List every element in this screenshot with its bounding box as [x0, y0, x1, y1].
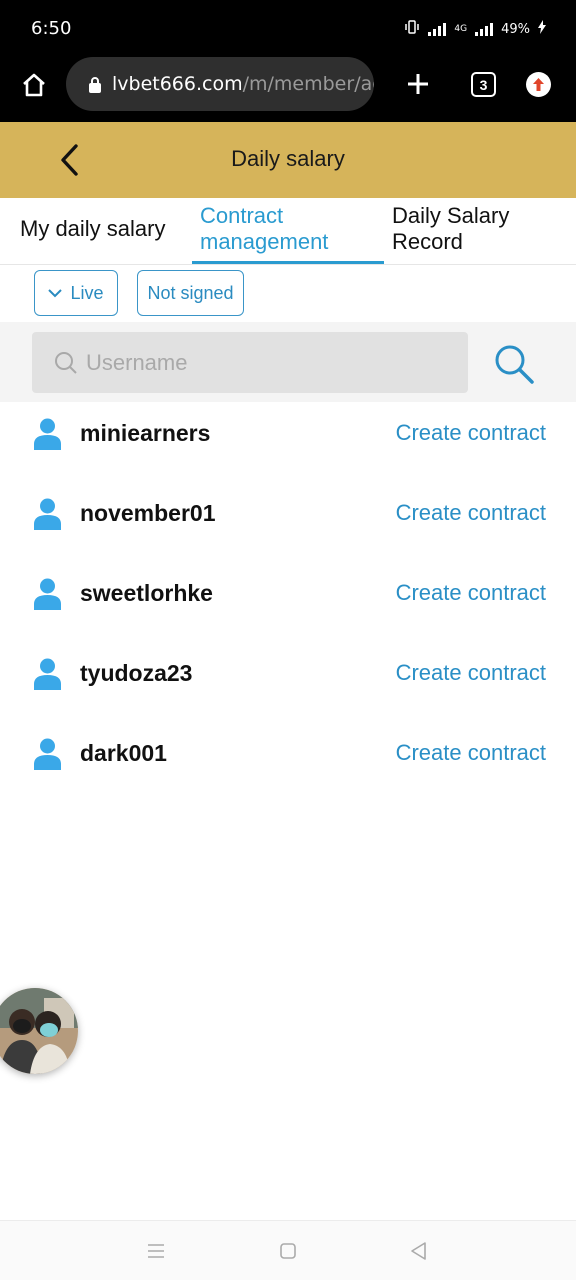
triangle-back-icon — [411, 1242, 426, 1260]
browser-toolbar: lvbet666.com/m/member/ag 3 — [0, 56, 576, 122]
list-item: miniearners Create contract — [0, 402, 576, 482]
username: dark001 — [80, 740, 167, 766]
user-icon — [34, 738, 61, 770]
battery-level: 49% — [501, 21, 530, 37]
tab-switcher-button[interactable]: 3 — [471, 72, 496, 97]
live-filter-dropdown[interactable]: Live — [34, 270, 118, 316]
charging-icon — [538, 20, 546, 38]
page-header: Daily salary — [0, 122, 576, 198]
status-bar: 6:50 4G 49% — [0, 0, 576, 56]
floating-avatar[interactable] — [0, 988, 78, 1074]
plus-icon — [408, 74, 428, 94]
address-bar[interactable]: lvbet666.com/m/member/ag — [66, 57, 374, 111]
username-search-input[interactable] — [86, 349, 446, 376]
chevron-down-icon — [48, 289, 63, 298]
list-item: dark001 Create contract — [0, 722, 576, 802]
home-button[interactable] — [18, 69, 50, 101]
recent-apps-button[interactable] — [144, 1239, 168, 1263]
update-button[interactable] — [526, 72, 551, 97]
create-contract-link[interactable]: Create contract — [396, 500, 546, 526]
create-contract-link[interactable]: Create contract — [396, 580, 546, 606]
status-indicators: 4G 49% — [404, 20, 546, 38]
username: november01 — [80, 500, 216, 526]
wifi-signal-icon — [428, 22, 447, 36]
tab-daily-salary-record[interactable]: Daily Salary Record — [392, 203, 552, 255]
update-icon — [533, 78, 544, 91]
create-contract-link[interactable]: Create contract — [396, 660, 546, 686]
tab-my-daily-salary[interactable]: My daily salary — [20, 216, 165, 242]
new-tab-button[interactable] — [402, 68, 434, 100]
username: miniearners — [80, 420, 211, 446]
url-host: lvbet666.com — [112, 73, 243, 95]
sign-status-filter[interactable]: Not signed — [137, 270, 244, 316]
user-list: miniearners Create contract november01 Crea… — [0, 402, 576, 802]
sign-status-label: Not signed — [147, 282, 234, 303]
live-filter-label: Live — [70, 282, 104, 303]
cell-signal-icon — [475, 22, 494, 36]
list-item: sweetlorhke Create contract — [0, 562, 576, 642]
search-icon — [55, 351, 77, 374]
user-icon — [34, 658, 61, 690]
search-icon — [495, 345, 534, 384]
page-title: Daily salary — [231, 146, 345, 171]
square-icon — [280, 1243, 296, 1259]
user-icon — [34, 418, 61, 450]
url-path: /m/member/ag — [242, 73, 374, 95]
tab-contract-management[interactable]: Contract management — [200, 203, 380, 255]
menu-icon — [148, 1244, 164, 1258]
search-field[interactable] — [32, 332, 468, 393]
home-nav-button[interactable] — [276, 1239, 300, 1263]
search-button[interactable] — [492, 342, 536, 386]
status-time: 6:50 — [31, 18, 72, 39]
username: tyudoza23 — [80, 660, 193, 686]
create-contract-link[interactable]: Create contract — [396, 420, 546, 446]
home-icon — [23, 73, 45, 97]
user-icon — [34, 498, 61, 530]
lock-icon — [88, 75, 102, 93]
filter-bar: Live Not signed — [0, 266, 576, 322]
back-nav-button[interactable] — [407, 1239, 431, 1263]
system-nav-bar — [0, 1220, 576, 1280]
network-type: 4G — [454, 24, 468, 34]
create-contract-link[interactable]: Create contract — [396, 740, 546, 766]
tab-bar: My daily salary Contract management Dail… — [0, 198, 576, 265]
active-tab-indicator — [192, 261, 384, 264]
vibrate-icon — [404, 20, 420, 38]
user-icon — [34, 578, 61, 610]
search-row — [0, 322, 576, 402]
list-item: tyudoza23 Create contract — [0, 642, 576, 722]
username: sweetlorhke — [80, 580, 213, 606]
list-item: november01 Create contract — [0, 482, 576, 562]
